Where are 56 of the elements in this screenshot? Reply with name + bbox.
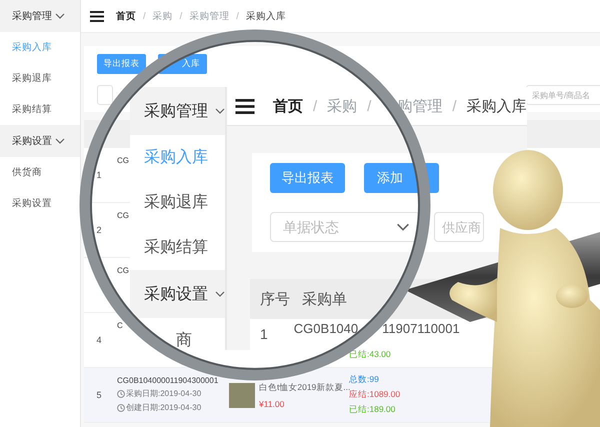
- order-number: CG0B104000011904300001: [117, 376, 218, 385]
- order-number: CG: [117, 211, 129, 220]
- order-number: CG0B1040: [294, 321, 358, 336]
- sidebar-group[interactable]: 采购管理: [130, 87, 225, 135]
- supplier-field[interactable]: 供应商: [434, 212, 484, 242]
- row-number: 5: [96, 390, 102, 400]
- sidebar-item[interactable]: 供货商: [0, 157, 80, 188]
- sidebar-item[interactable]: 采购退库: [130, 180, 225, 225]
- breadcrumb-separator: /: [143, 10, 146, 22]
- breadcrumb-separator: /: [313, 98, 318, 114]
- date-text: 创建日期:2019-04-30: [126, 402, 202, 413]
- sidebar-item[interactable]: 采购结算: [0, 94, 80, 125]
- breadcrumb-separator: /: [367, 98, 372, 114]
- figurine-hand: [556, 284, 588, 308]
- order-number: 11907110001: [382, 321, 460, 336]
- sidebar-group[interactable]: 采购设置: [0, 125, 80, 157]
- order-number: CG: [117, 156, 129, 165]
- figurine-arm: [450, 278, 497, 322]
- row-number: 1: [260, 326, 268, 342]
- amount-text: 已结:189.00: [349, 404, 396, 416]
- date-text: 采购日期:2019-04-30: [126, 388, 202, 399]
- chevron-down-icon: [55, 138, 65, 144]
- order-number: CG: [117, 266, 129, 275]
- filter-field[interactable]: [97, 85, 113, 105]
- clock-icon: [117, 390, 125, 398]
- row-number: 4: [96, 335, 102, 345]
- search-field[interactable]: 采购单号/商品名: [526, 85, 600, 105]
- product-price: ¥11.00: [259, 398, 284, 408]
- breadcrumb-separator: /: [236, 10, 239, 22]
- sidebar-item[interactable]: 商: [130, 318, 225, 350]
- chevron-down-icon: [215, 108, 225, 114]
- sidebar-item[interactable]: 采购退库: [0, 63, 80, 94]
- amount-text: 总数:99: [349, 374, 379, 386]
- order-number: C: [117, 321, 123, 330]
- chevron-down-icon: [215, 291, 225, 297]
- row-number: 1: [96, 170, 102, 180]
- breadcrumb-separator: /: [180, 10, 182, 22]
- clock-icon: [117, 404, 125, 412]
- column-header: 序号: [260, 290, 290, 308]
- product-name: 白色t恤女2019新款夏...: [259, 382, 350, 392]
- chevron-down-icon: [55, 13, 65, 19]
- sidebar-group[interactable]: 采购设置: [130, 270, 225, 318]
- breadcrumb-separator: /: [452, 98, 457, 114]
- sidebar-item[interactable]: 采购结算: [130, 225, 225, 270]
- menu-icon: [90, 10, 104, 22]
- breadcrumb-link[interactable]: 首页: [273, 96, 303, 116]
- amount-text: 应结:1089.00: [349, 389, 400, 401]
- menu-icon: [235, 98, 255, 114]
- photo-placeholder: [229, 382, 255, 408]
- column-header: 采购单: [302, 290, 347, 308]
- breadcrumb-link[interactable]: 首页: [116, 10, 136, 22]
- sidebar-group[interactable]: 采购管理: [0, 0, 80, 32]
- row-number: 2: [96, 225, 102, 235]
- status-select[interactable]: 单据状态: [270, 212, 420, 242]
- sidebar-item[interactable]: 采购设置: [0, 188, 80, 219]
- chevron-down-icon: [396, 223, 410, 231]
